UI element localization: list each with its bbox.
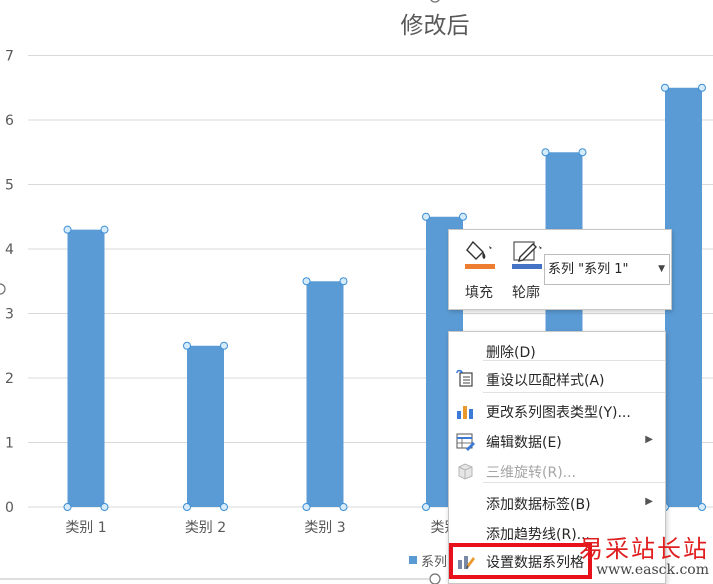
- outline-button[interactable]: 轮廓: [504, 236, 544, 306]
- menu-item-reset-style[interactable]: 重设以匹配样式(A): [449, 364, 665, 394]
- selection-handle[interactable]: [183, 341, 191, 350]
- fill-color-swatch: [465, 264, 495, 269]
- watermark: 易采站长站 www.easck.com: [579, 536, 709, 578]
- selection-handle[interactable]: [302, 277, 311, 286]
- watermark-url: www.easck.com: [596, 562, 709, 578]
- chart-type-icon: [455, 401, 475, 421]
- menu-item-label: 删除(D): [486, 345, 536, 361]
- menu-item-label: 添加趋势线(R)...: [486, 527, 591, 543]
- y-tick-label: 6: [5, 113, 14, 129]
- menu-item-label: 三维旋转(R)...: [486, 465, 577, 481]
- selection-handle[interactable]: [422, 503, 430, 511]
- x-axis-tick-labels: 类别 1 类别 2 类别 3 类别: [65, 520, 458, 536]
- bar[interactable]: [67, 229, 105, 507]
- selection-handle[interactable]: [459, 212, 467, 221]
- mini-format-toolbar: 填充 轮廓 系列 "系列 1" ▼: [448, 229, 672, 310]
- pen-icon: [512, 241, 542, 269]
- legend: 系列: [409, 555, 447, 570]
- bar[interactable]: [306, 281, 344, 507]
- menu-item-add-data-labels[interactable]: 添加数据标签(B) ▶: [449, 488, 665, 518]
- selection-handle[interactable]: [220, 341, 228, 350]
- fill-label: 填充: [465, 285, 493, 301]
- chevron-right-icon: ▶: [645, 434, 653, 445]
- paint-bucket-icon: [465, 240, 495, 269]
- y-tick-label: 3: [5, 307, 14, 323]
- series-selector-value: 系列 "系列 1": [548, 262, 629, 277]
- reset-style-icon: [455, 369, 475, 389]
- menu-item-3d-rotation: 三维旋转(R)...: [449, 456, 665, 486]
- y-tick-label: 4: [5, 242, 14, 258]
- y-tick-label: 2: [5, 371, 14, 387]
- selection-handle[interactable]: [63, 503, 72, 511]
- chevron-down-icon: ▼: [658, 264, 665, 274]
- selection-handle[interactable]: [100, 225, 109, 234]
- chevron-right-icon: ▶: [645, 496, 653, 507]
- menu-item-label: 编辑数据(E): [486, 435, 562, 451]
- fill-button[interactable]: 填充: [457, 236, 497, 306]
- selection-handle[interactable]: [302, 503, 311, 511]
- selection-handle[interactable]: [183, 503, 191, 511]
- legend-entry-text: 系列: [421, 555, 447, 570]
- y-tick-label: 0: [5, 500, 14, 516]
- chart-area-handle-left[interactable]: [0, 283, 6, 295]
- selection-handle[interactable]: [339, 503, 348, 511]
- selection-handle[interactable]: [698, 83, 706, 92]
- legend-swatch: [409, 556, 417, 564]
- x-tick-label: 类别 2: [185, 520, 226, 536]
- selection-handle[interactable]: [63, 225, 72, 234]
- x-tick-label: 类别 3: [304, 520, 345, 536]
- menu-item-delete[interactable]: 删除(D): [449, 336, 665, 366]
- outline-label: 轮廓: [512, 285, 540, 301]
- y-tick-label: 7: [5, 49, 14, 65]
- selection-handle[interactable]: [422, 212, 430, 221]
- menu-item-label: 更改系列图表类型(Y)...: [486, 405, 631, 421]
- menu-item-change-chart-type[interactable]: 更改系列图表类型(Y)...: [449, 396, 665, 426]
- series-selector-dropdown[interactable]: 系列 "系列 1" ▼: [544, 254, 670, 285]
- watermark-text: 易采站长站: [579, 535, 709, 563]
- selection-handle[interactable]: [578, 148, 587, 157]
- menu-item-label: 设置数据系列格: [486, 555, 584, 571]
- selection-handle[interactable]: [698, 503, 706, 511]
- chart-area-handle-top[interactable]: [430, 0, 440, 3]
- selection-handle[interactable]: [541, 148, 550, 157]
- bar[interactable]: [187, 345, 224, 507]
- x-tick-label: 类别 1: [65, 520, 106, 536]
- menu-item-label: 重设以匹配样式(A): [486, 373, 605, 389]
- selection-handle[interactable]: [220, 503, 228, 511]
- chart-title[interactable]: 修改后: [0, 6, 713, 40]
- menu-item-label: 添加数据标签(B): [486, 497, 591, 513]
- menu-item-edit-data[interactable]: 编辑数据(E) ▶: [449, 426, 665, 456]
- y-tick-label: 1: [5, 436, 14, 452]
- chart-area-handle-bottom[interactable]: [429, 573, 441, 584]
- selection-handle[interactable]: [661, 83, 669, 92]
- selection-handle[interactable]: [339, 277, 348, 286]
- edit-data-icon: [455, 431, 475, 451]
- 3d-rotation-icon: [455, 461, 475, 481]
- format-series-icon: [455, 551, 475, 571]
- outline-color-swatch: [512, 264, 542, 269]
- y-axis-tick-labels: 0 1 2 3 4 5 6 7: [5, 49, 14, 517]
- selection-handle[interactable]: [100, 503, 109, 511]
- y-tick-label: 5: [5, 178, 14, 194]
